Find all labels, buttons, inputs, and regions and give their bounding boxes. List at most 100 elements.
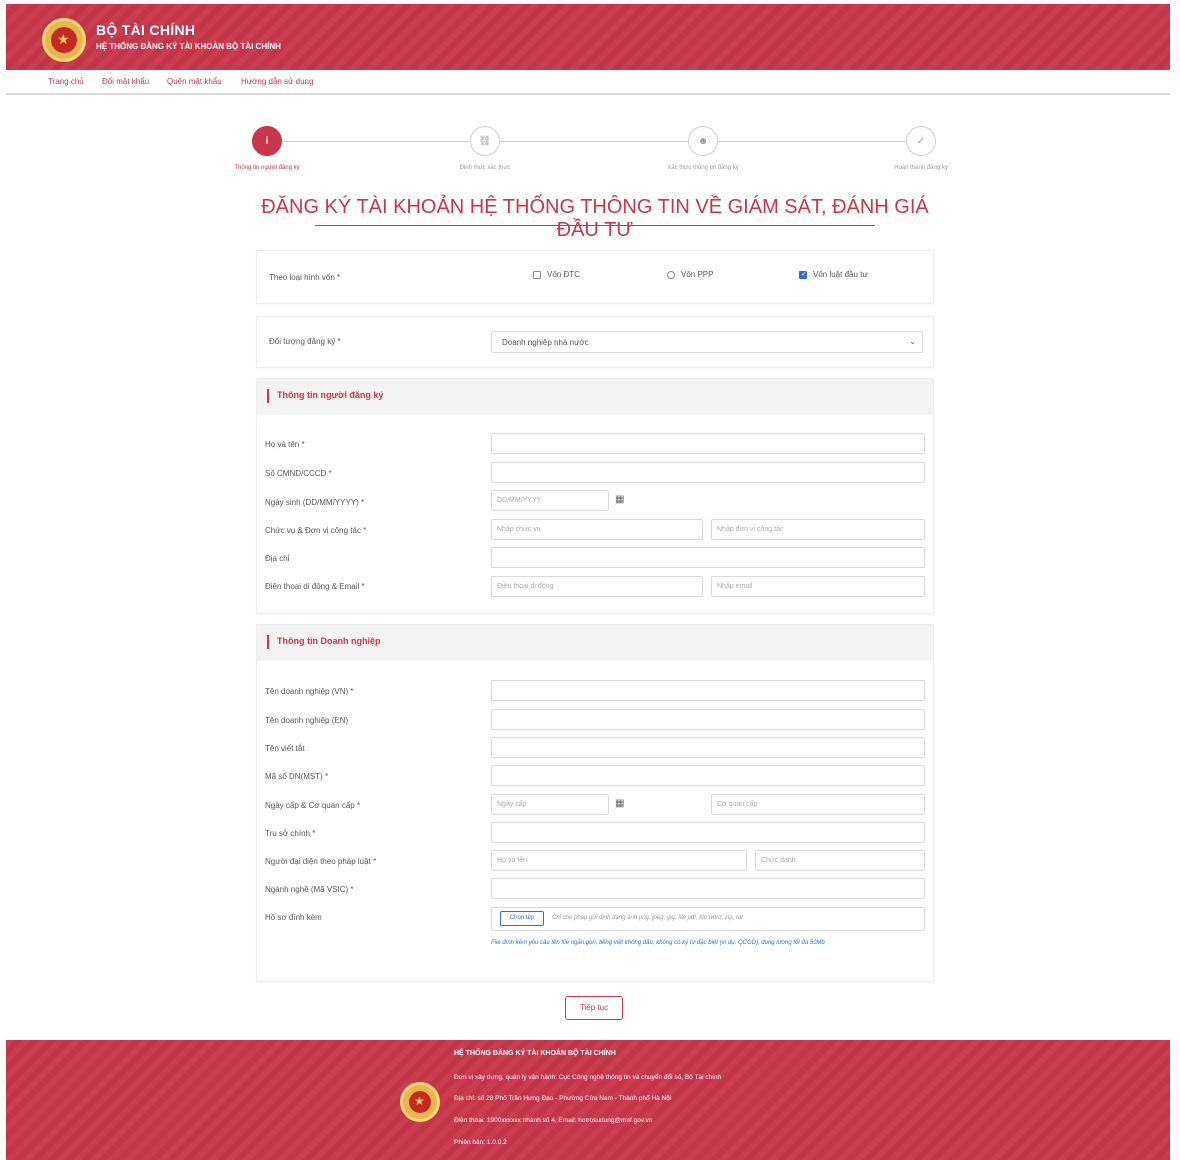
headquarters-input[interactable]	[491, 822, 925, 843]
registrant-type-card: Đối tượng đăng ký * Doanh nghiệp nhà nướ…	[256, 316, 934, 368]
next-button[interactable]: Tiếp tục	[565, 996, 623, 1020]
registrant-info-card: Thông tin người đăng ký Họ và tên * Số C…	[256, 378, 934, 614]
section-accent-bar	[267, 389, 269, 403]
capital-type-card: Theo loại hình vốn * Vốn ĐTC Vốn PPP Vốn…	[256, 250, 934, 304]
address-label: Địa chỉ	[265, 554, 290, 563]
registrant-section-title: Thông tin người đăng ký	[277, 390, 384, 400]
brand-subtitle: HỆ THỐNG ĐĂNG KÝ TÀI KHOẢN BỘ TÀI CHÍNH	[96, 42, 281, 51]
header: BỘ TÀI CHÍNH HỆ THỐNG ĐĂNG KÝ TÀI KHOẢN …	[6, 4, 1170, 70]
step-connector	[282, 141, 470, 142]
registrant-type-select[interactable]: Doanh nghiệp nhà nước ⌄	[491, 331, 923, 353]
full-name-input[interactable]	[491, 433, 925, 454]
footer-contact: Điện thoại: 1900xxxxxx nhánh số 4, Email…	[454, 1117, 653, 1124]
registration-stepper: i ⛓ ☻ ✓ Thông tin người đăng ký Định thứ…	[230, 124, 970, 194]
nav-home[interactable]: Trang chủ	[48, 77, 84, 86]
company-name-vn-label: Tên doanh nghiệp (VN) *	[265, 687, 354, 696]
info-icon: i	[252, 126, 282, 156]
issue-date-input[interactable]: Ngày cấp	[491, 794, 609, 815]
email-input[interactable]: Nhập email	[711, 576, 925, 597]
company-name-vn-input[interactable]	[491, 680, 925, 701]
company-name-en-input[interactable]	[491, 709, 925, 730]
phone-placeholder: Điện thoại di động	[497, 583, 554, 590]
choose-file-button[interactable]: Chọn tệp	[500, 911, 544, 926]
file-format-hint: Chỉ cho phép gửi định dạng ảnh png, jpeg…	[552, 915, 744, 921]
capital-investment-law-label: Vốn luật đầu tư	[813, 270, 868, 279]
footer-address: Địa chỉ: số 28 Phố Trần Hưng Đạo - Phườn…	[454, 1095, 672, 1102]
capital-dtc-checkbox[interactable]	[533, 271, 541, 279]
section-accent-bar	[267, 635, 269, 649]
industry-label: Ngành nghề (Mã VSIC) *	[265, 885, 354, 894]
brand-title: BỘ TÀI CHÍNH	[96, 22, 196, 38]
phone-input[interactable]: Điện thoại di động	[491, 576, 703, 597]
network-icon: ⛓	[470, 126, 500, 156]
dob-placeholder: DD/MM/YYYY	[497, 497, 542, 504]
company-name-en-label: Tên doanh nghiệp (EN)	[265, 716, 349, 725]
capital-ppp-radio[interactable]	[667, 271, 675, 279]
position-placeholder: Nhập chức vụ	[497, 526, 541, 533]
legal-rep-label: Người đại diện theo pháp luật *	[265, 857, 377, 866]
company-section-title: Thông tin Doanh nghiệp	[277, 636, 381, 646]
user-check-icon: ☻	[688, 126, 718, 156]
issue-date-agency-label: Ngày cấp & Cơ quan cấp *	[265, 801, 361, 810]
id-number-label: Số CMND/CCCD *	[265, 469, 332, 478]
legal-rep-name-placeholder: Họ và tên	[497, 857, 527, 864]
attachment-note: File đính kèm yêu cầu tên file ngắn gọn,…	[491, 940, 825, 946]
nav-change-password[interactable]: Đổi mật khẩu	[102, 77, 149, 86]
attachments-label: Hồ sơ đính kèm	[265, 913, 322, 922]
footer-logo	[400, 1082, 440, 1122]
nav-forgot-password[interactable]: Quên mật khẩu	[167, 77, 222, 86]
position-input[interactable]: Nhập chức vụ	[491, 519, 703, 540]
unit-placeholder: Nhập đơn vị công tác	[717, 526, 784, 533]
phone-email-label: Điện thoại di động & Email *	[265, 582, 365, 591]
short-name-input[interactable]	[491, 737, 925, 758]
nav-user-guide[interactable]: Hướng dẫn sử dụng	[241, 77, 313, 86]
issue-date-placeholder: Ngày cấp	[497, 801, 527, 808]
step-connector	[718, 141, 906, 142]
headquarters-label: Trụ sở chính *	[265, 829, 316, 838]
capital-investment-law-checkbox[interactable]	[799, 270, 807, 279]
registrant-type-label: Đối tượng đăng ký *	[269, 337, 341, 346]
top-nav: Trang chủ Đổi mật khẩu Quên mật khẩu Hướ…	[6, 70, 1170, 95]
legal-rep-title-input[interactable]: Chức danh	[755, 850, 925, 871]
check-circle-icon: ✓	[906, 126, 936, 156]
step-label-4: Hoàn thành đăng ký	[894, 165, 948, 171]
step-connector	[500, 141, 688, 142]
industry-input[interactable]	[491, 878, 925, 899]
tax-code-input[interactable]	[491, 765, 925, 786]
step-label-1: Thông tin người đăng ký	[234, 165, 300, 171]
step-label-3: Xác thực thông tin đăng ký	[667, 165, 739, 171]
capital-type-label: Theo loại hình vốn *	[269, 273, 341, 282]
footer-version: Phiên bản: 1.0.0.2	[454, 1139, 507, 1146]
registrant-type-value: Doanh nghiệp nhà nước	[502, 338, 589, 347]
issuing-agency-input[interactable]: Cơ quan cấp	[711, 794, 925, 815]
capital-dtc-label: Vốn ĐTC	[547, 270, 580, 279]
unit-input[interactable]: Nhập đơn vị công tác	[711, 519, 925, 540]
company-section-header: Thông tin Doanh nghiệp	[257, 625, 933, 661]
calendar-icon[interactable]: ▦	[615, 494, 624, 505]
calendar-icon[interactable]: ▦	[615, 798, 624, 809]
dob-input[interactable]: DD/MM/YYYY	[491, 490, 609, 511]
page-title: ĐĂNG KÝ TÀI KHOẢN HỆ THỐNG THÔNG TIN VỀ …	[261, 196, 929, 241]
legal-rep-name-input[interactable]: Họ và tên	[491, 850, 747, 871]
file-upload-field: Chọn tệp Chỉ cho phép gửi định dạng ảnh …	[491, 907, 925, 931]
issuing-agency-placeholder: Cơ quan cấp	[717, 801, 758, 808]
full-name-label: Họ và tên *	[265, 440, 305, 449]
address-input[interactable]	[491, 547, 925, 568]
email-placeholder: Nhập email	[717, 583, 753, 590]
tax-code-label: Mã số DN(MST) *	[265, 772, 329, 781]
registrant-section-header: Thông tin người đăng ký	[257, 379, 933, 415]
footer: HỆ THỐNG ĐĂNG KÝ TÀI KHOẢN BỘ TÀI CHÍNH …	[6, 1040, 1170, 1160]
step-label-2: Định thức xác thực	[459, 165, 511, 171]
title-underline	[315, 225, 875, 226]
footer-title: HỆ THỐNG ĐĂNG KÝ TÀI KHOẢN BỘ TÀI CHÍNH	[454, 1050, 616, 1057]
legal-rep-title-placeholder: Chức danh	[761, 857, 796, 864]
capital-ppp-label: Vốn PPP	[681, 270, 714, 279]
id-number-input[interactable]	[491, 462, 925, 483]
ministry-logo[interactable]	[42, 18, 86, 62]
company-info-card: Thông tin Doanh nghiệp Tên doanh nghiệp …	[256, 624, 934, 982]
chevron-down-icon: ⌄	[909, 337, 916, 346]
footer-operator: Đơn vị xây dựng, quản lý vận hành: Cục C…	[454, 1074, 722, 1081]
position-unit-label: Chức vụ & Đơn vị công tác *	[265, 526, 367, 535]
dob-label: Ngày sinh (DD/MM/YYYY) *	[265, 498, 365, 507]
short-name-label: Tên viết tắt	[265, 744, 305, 753]
